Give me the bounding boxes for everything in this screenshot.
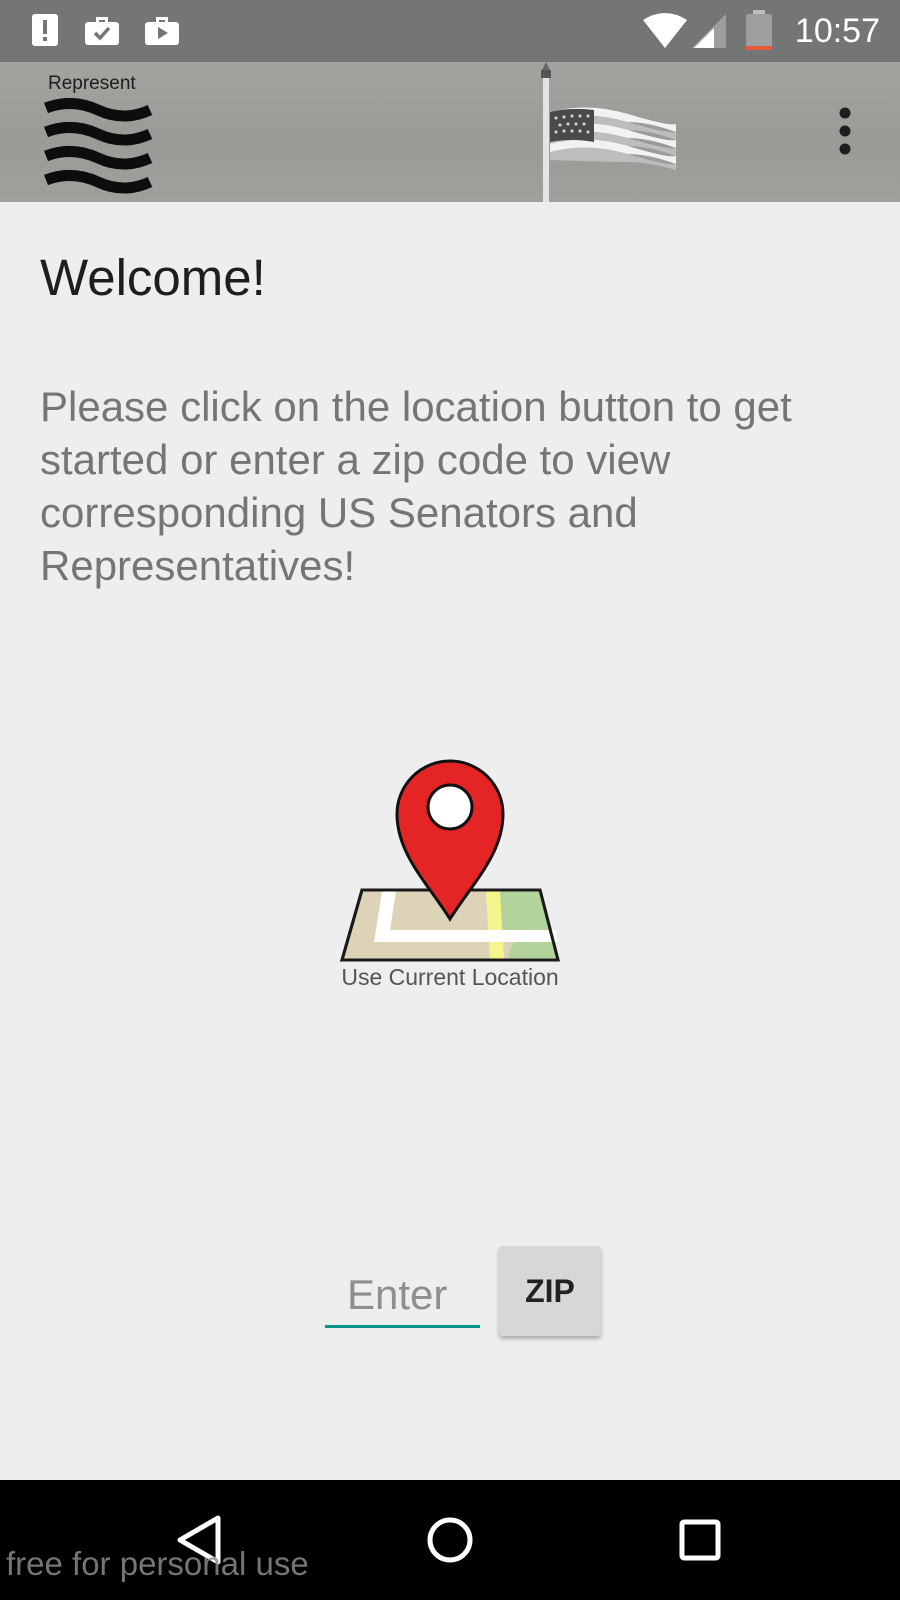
more-vert-icon[interactable] bbox=[820, 106, 870, 156]
home-button[interactable] bbox=[410, 1500, 490, 1580]
instructions-text: Please click on the location button to g… bbox=[40, 383, 792, 589]
wifi-icon bbox=[643, 13, 687, 48]
battery-icon bbox=[746, 10, 772, 50]
alert-icon bbox=[32, 14, 58, 46]
status-time: 10:57 bbox=[794, 12, 880, 50]
zip-code-input[interactable] bbox=[325, 1268, 480, 1328]
us-flag-image bbox=[541, 62, 676, 202]
use-current-location-label: Use Current Location bbox=[341, 964, 559, 990]
cell-signal-icon bbox=[692, 14, 726, 48]
zip-button[interactable]: ZIP bbox=[499, 1246, 601, 1336]
app-logo-text: Represent bbox=[48, 73, 136, 94]
watermark-text: free for personal use bbox=[6, 1545, 309, 1582]
recents-button[interactable] bbox=[660, 1500, 740, 1580]
use-current-location-button[interactable]: Use Current Location bbox=[320, 752, 580, 1002]
briefcase-play-icon bbox=[145, 17, 179, 45]
flag-waves-logo-icon bbox=[44, 98, 153, 194]
app-bar: Represent bbox=[0, 62, 900, 202]
map-pin-icon bbox=[340, 759, 560, 962]
status-bar: 10:57 bbox=[0, 0, 900, 62]
briefcase-check-icon bbox=[85, 17, 119, 45]
recents-icon bbox=[679, 1519, 721, 1561]
home-icon bbox=[427, 1517, 473, 1563]
welcome-title: Welcome! bbox=[40, 249, 266, 306]
